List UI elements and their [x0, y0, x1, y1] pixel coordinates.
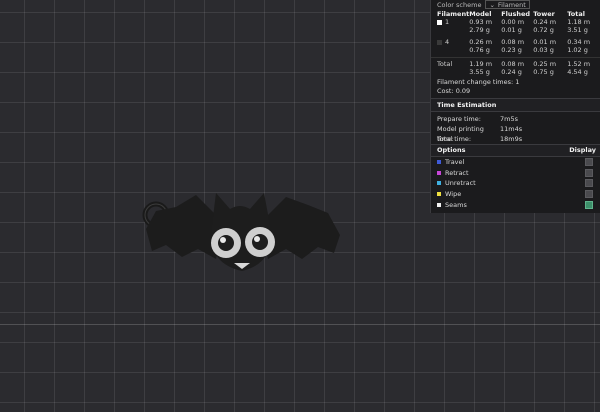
option-unretract[interactable]: Unretract: [431, 178, 600, 189]
filament-swatch: [437, 39, 442, 45]
cell: 0.26 m: [469, 38, 493, 46]
col-flushed: Flushed: [501, 9, 531, 18]
col-filament: Filament: [437, 9, 470, 18]
seams-color-icon: [437, 203, 441, 208]
prepare-time-row: Prepare time: 7m5s: [431, 114, 600, 124]
options-list: Travel Retract Unretract Wipe Seams: [431, 157, 600, 211]
cell: 0.93 m: [469, 18, 493, 26]
filament-change-times: Filament change times: 1: [437, 77, 520, 86]
model-time-value: 11m4s: [500, 124, 523, 133]
total-label: Total: [431, 56, 470, 76]
display-checkbox[interactable]: [585, 201, 593, 210]
cell: 0.00 m: [501, 18, 525, 26]
total-time-value: 18m9s: [500, 134, 523, 143]
display-label: Display: [569, 145, 596, 154]
color-scheme-row: Color scheme ⌄ Filament: [431, 0, 600, 9]
color-scheme-select[interactable]: ⌄ Filament: [485, 0, 530, 9]
cell: 0.76 g: [469, 46, 490, 54]
cell: 1.52 m: [567, 59, 591, 68]
option-label: Retract: [445, 168, 469, 177]
option-seams[interactable]: Seams: [431, 200, 600, 211]
model-time-label: Model printing time:: [437, 124, 484, 143]
legend-panel: Color scheme ⌄ Filament Filament Model F…: [430, 0, 600, 213]
cell: 1.18 m: [567, 18, 591, 26]
total-time-label: Total time:: [437, 134, 472, 143]
filament-swatch: [437, 19, 442, 25]
display-checkbox[interactable]: [585, 190, 593, 199]
retract-color-icon: [437, 170, 441, 175]
travel-color-icon: [437, 159, 441, 164]
unretract-color-icon: [437, 181, 441, 186]
display-checkbox[interactable]: [585, 179, 593, 188]
cell: 0.23 g: [501, 46, 522, 54]
option-travel[interactable]: Travel: [431, 157, 600, 168]
option-label: Seams: [445, 201, 467, 210]
filament-id: 1: [445, 18, 450, 26]
cell: 1.02 g: [567, 46, 588, 54]
time-estimation-title: Time Estimation: [431, 97, 600, 112]
bat-model[interactable]: [136, 185, 344, 285]
cell: 0.03 g: [533, 46, 554, 54]
chevron-down-icon: ⌄: [489, 0, 495, 9]
col-tower: Tower: [533, 9, 555, 18]
cell: 0.24 g: [501, 67, 522, 76]
table-row: 4 0.26 m 0.76 g 0.08 m 0.23 g 0.01 m 0.03 g…: [431, 38, 600, 54]
option-wipe[interactable]: Wipe: [431, 189, 600, 200]
color-scheme-value: Filament: [497, 0, 526, 9]
cost: Cost: 0.09: [437, 86, 471, 95]
prepare-time-label: Prepare time:: [437, 114, 481, 123]
model-time-row: Model printing time: 11m4s: [431, 124, 600, 143]
filament-table: Filament Model Flushed Tower Total 1 0.9…: [431, 9, 600, 76]
options-header: Options Display: [431, 143, 600, 157]
options-title: Options: [437, 145, 466, 154]
cell: 4.54 g: [567, 67, 588, 76]
option-retract[interactable]: Retract: [431, 167, 600, 178]
cell: 1.19 m: [469, 59, 493, 68]
color-scheme-label: Color scheme: [437, 0, 482, 9]
total-time-row: Total time: 18m9s: [431, 134, 600, 144]
prepare-time-value: 7m5s: [500, 114, 518, 123]
option-label: Unretract: [445, 179, 476, 188]
cell: 0.01 g: [501, 26, 522, 34]
cell: 2.79 g: [469, 26, 490, 34]
cell: 0.72 g: [533, 26, 554, 34]
cell: 3.51 g: [567, 26, 588, 34]
cell: 3.55 g: [469, 67, 490, 76]
cell: 0.25 m: [533, 59, 557, 68]
cell: 0.01 m: [533, 38, 557, 46]
option-label: Travel: [445, 157, 465, 166]
display-checkbox[interactable]: [585, 168, 593, 177]
cell: 0.08 m: [501, 59, 525, 68]
filament-table-header: Filament Model Flushed Tower Total: [431, 9, 600, 18]
wipe-color-icon: [437, 192, 441, 197]
filament-id: 4: [445, 38, 450, 46]
display-checkbox[interactable]: [585, 157, 593, 166]
cell: 0.34 m: [567, 38, 591, 46]
table-row: 1 0.93 m 2.79 g 0.00 m 0.01 g 0.24 m 0.72 g…: [431, 18, 600, 34]
cell: 0.75 g: [533, 67, 554, 76]
total-row: Total 1.19 m 3.55 g 0.08 m 0.24 g 0.25 m 0.…: [431, 56, 600, 76]
option-label: Wipe: [445, 190, 462, 199]
col-model: Model: [469, 9, 492, 18]
cell: 0.08 m: [501, 38, 525, 46]
col-total: Total: [567, 9, 585, 18]
cell: 0.24 m: [533, 18, 557, 26]
